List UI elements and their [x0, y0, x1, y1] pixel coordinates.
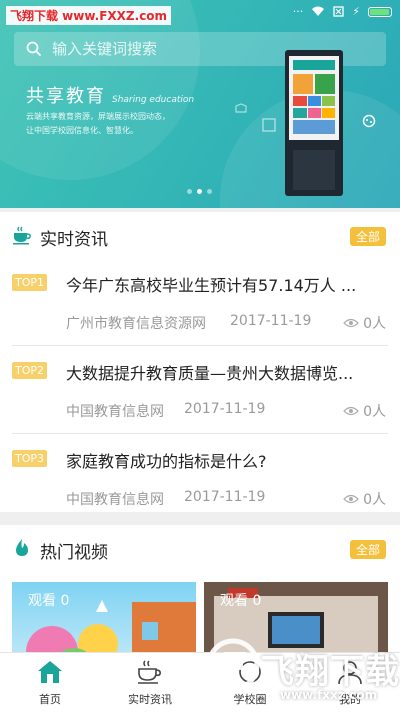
home-icon	[38, 661, 62, 683]
watermark-name: 飞翔下载	[260, 652, 400, 692]
tab-label: 实时资讯	[128, 693, 172, 706]
eye-icon	[343, 494, 359, 504]
news-views: 0人	[343, 489, 386, 509]
kiosk-screen	[289, 56, 339, 140]
rank-badge: TOP3	[12, 450, 48, 467]
news-title[interactable]: 家庭教育成功的指标是什么?	[66, 448, 376, 472]
video-section-title: 热门视频	[40, 543, 108, 563]
views-count: 0人	[363, 404, 386, 420]
news-title[interactable]: 今年广东高校毕业生预计有57.14万人 ...	[66, 272, 376, 296]
search-icon	[26, 41, 42, 57]
banner-subtitle: Sharing education	[112, 95, 195, 105]
watermark-bottom: 飞翔下载 www.fxxz.com	[192, 628, 400, 712]
news-title[interactable]: 大数据提升教育质量—贵州大数据博览...	[66, 360, 376, 384]
news-section-title: 实时资讯	[40, 230, 108, 250]
eye-icon	[343, 406, 359, 416]
banner-description: 云端共享教育资源，屏端展示校园动态， 让中国学校园信息化、智慧化。	[26, 110, 170, 138]
watermark-url: www.fxxz.com	[280, 688, 378, 702]
banner-desc-line: 让中国学校园信息化、智慧化。	[26, 126, 138, 135]
news-date: 2017-11-19	[230, 313, 312, 329]
news-item[interactable]: TOP3 家庭教育成功的指标是什么? 中国教育信息网 2017-11-19 0人	[12, 434, 388, 522]
coffee-cup-icon	[138, 660, 161, 684]
news-item[interactable]: TOP1 今年广东高校毕业生预计有57.14万人 ... 广州市教育信息资源网 …	[12, 258, 388, 346]
kiosk-base	[293, 150, 335, 190]
news-source: 中国教育信息网	[66, 404, 164, 420]
decor-circle-icon	[362, 114, 376, 128]
views-count: 0人	[363, 316, 386, 332]
news-all-button[interactable]: 全部	[349, 227, 386, 246]
banner-slogan: 共享教育 Sharing education	[26, 82, 194, 108]
banner-title: 共享教育	[26, 86, 106, 107]
decor-square-icon	[262, 118, 276, 132]
news-section: 实时资讯 全部 TOP1 今年广东高校毕业生预计有57.14万人 ... 广州市…	[0, 212, 400, 512]
video-view-count: 观看 0	[28, 593, 70, 609]
video-view-count: 观看 0	[220, 593, 262, 609]
charging-icon: ⚡	[352, 5, 360, 18]
rank-badge: TOP1	[12, 274, 48, 291]
views-count: 0人	[363, 492, 386, 508]
video-section-header: 热门视频 全部	[0, 525, 400, 571]
kiosk-illustration	[285, 50, 343, 196]
news-views: 0人	[343, 401, 386, 421]
decor-tag-icon	[235, 103, 247, 113]
carousel-dot-active[interactable]	[197, 189, 202, 194]
tab-news[interactable]: 实时资讯	[100, 653, 200, 712]
news-views: 0人	[343, 313, 386, 333]
tab-home[interactable]: 首页	[0, 653, 100, 712]
status-bar: ··· ⚡	[293, 5, 392, 18]
top-banner[interactable]: 飞翔下载 www.FXXZ.com ··· ⚡ 共享教育 Sharing edu…	[0, 0, 400, 208]
wifi-icon	[312, 6, 325, 16]
tab-label: 首页	[39, 693, 61, 706]
news-source: 中国教育信息网	[66, 492, 164, 508]
news-date: 2017-11-19	[184, 489, 266, 505]
signal-dots-icon: ···	[292, 5, 304, 18]
banner-desc-line: 云端共享教育资源，屏端展示校园动态，	[26, 112, 170, 121]
watermark-logo-icon	[206, 638, 260, 692]
watermark-top: 飞翔下载 www.FXXZ.com	[6, 6, 172, 25]
flame-icon	[16, 539, 28, 556]
coffee-cup-icon	[13, 226, 31, 245]
rank-badge: TOP2	[12, 362, 48, 379]
sim-icon	[333, 6, 344, 17]
eye-icon	[343, 318, 359, 328]
news-source: 广州市教育信息资源网	[66, 316, 206, 332]
news-date: 2017-11-19	[184, 401, 266, 417]
news-section-header: 实时资讯 全部	[0, 212, 400, 258]
carousel-dot[interactable]	[207, 189, 212, 194]
carousel-dots[interactable]	[187, 189, 212, 194]
carousel-dot[interactable]	[187, 189, 192, 194]
video-all-button[interactable]: 全部	[349, 540, 386, 559]
news-item[interactable]: TOP2 大数据提升教育质量—贵州大数据博览... 中国教育信息网 2017-1…	[12, 346, 388, 434]
battery-icon	[368, 6, 392, 17]
